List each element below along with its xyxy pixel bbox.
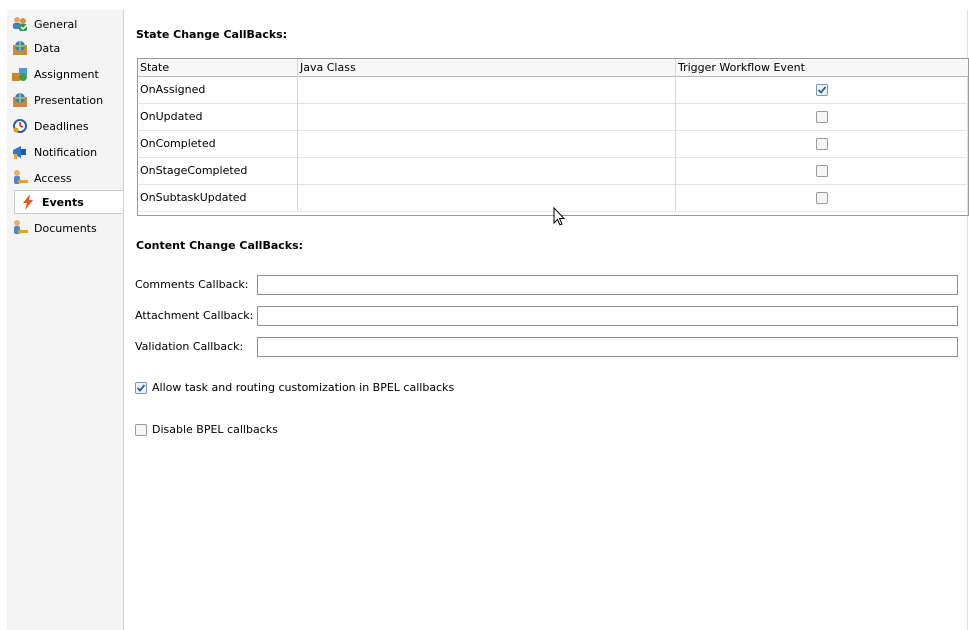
validation-callback-label: Validation Callback:: [135, 340, 244, 353]
comments-callback-label: Comments Callback:: [135, 278, 249, 291]
state-cell[interactable]: OnAssigned: [138, 76, 298, 103]
state-callbacks-table: State Java Class Trigger Workflow Event …: [137, 58, 969, 216]
table-header: State Java Class Trigger Workflow Event: [138, 59, 968, 77]
trigger-cell: [676, 157, 968, 184]
disable-bpel-label: Disable BPEL callbacks: [152, 423, 278, 436]
sidebar-item-data[interactable]: Data: [11, 36, 127, 60]
sidebar-item-access[interactable]: Access: [11, 166, 127, 190]
trigger-checkbox[interactable]: [816, 137, 828, 150]
sidebar-item-label: Documents: [34, 221, 97, 235]
sidebar-item-events[interactable]: Events: [14, 190, 130, 214]
attachment-callback-input[interactable]: [257, 306, 958, 326]
comments-callback-input[interactable]: [257, 275, 958, 295]
validation-callback-input[interactable]: [257, 337, 958, 357]
java-class-cell[interactable]: [298, 103, 676, 130]
trigger-cell: [676, 76, 968, 103]
table-row[interactable]: OnUpdated: [138, 103, 968, 131]
state-cell[interactable]: OnSubtaskUpdated: [138, 184, 298, 211]
column-header-state[interactable]: State: [138, 59, 298, 76]
trigger-cell: [676, 130, 968, 157]
sidebar-item-label: Data: [34, 41, 61, 55]
attachment-callback-label: Attachment Callback:: [135, 309, 254, 322]
sidebar-item-notification[interactable]: Notification: [11, 140, 127, 164]
megaphone-icon: [11, 143, 29, 161]
state-cell[interactable]: OnStageCompleted: [138, 157, 298, 184]
allow-customization-option[interactable]: Allow task and routing customization in …: [135, 381, 454, 394]
column-header-trigger[interactable]: Trigger Workflow Event: [676, 59, 968, 76]
sidebar-item-general[interactable]: General: [11, 12, 127, 36]
person-key-icon: [11, 169, 29, 187]
java-class-cell[interactable]: [298, 76, 676, 103]
java-class-cell[interactable]: [298, 157, 676, 184]
disable-bpel-option[interactable]: Disable BPEL callbacks: [135, 423, 278, 436]
sidebar-item-documents[interactable]: Documents: [11, 216, 127, 240]
table-row[interactable]: OnStageCompleted: [138, 157, 968, 185]
globe-box-icon: [11, 91, 29, 109]
sidebar-item-assignment[interactable]: Assignment: [11, 62, 127, 86]
state-cell[interactable]: OnUpdated: [138, 103, 298, 130]
sidebar-item-label: Access: [34, 171, 72, 185]
person-key-icon: [11, 219, 29, 237]
trigger-checkbox[interactable]: [816, 164, 828, 177]
assignment-icon: [11, 65, 29, 83]
trigger-checkbox[interactable]: [816, 191, 828, 204]
allow-customization-checkbox[interactable]: [135, 381, 147, 394]
events-panel: State Change CallBacks: State Java Class…: [123, 10, 969, 630]
trigger-checkbox[interactable]: [816, 83, 828, 96]
java-class-cell[interactable]: [298, 130, 676, 157]
table-row[interactable]: OnCompleted: [138, 130, 968, 158]
table-row[interactable]: OnAssigned: [138, 76, 968, 104]
content-section-title: Content Change CallBacks:: [136, 239, 304, 252]
trigger-checkbox[interactable]: [816, 110, 828, 123]
mouse-cursor-icon: [553, 206, 567, 230]
checkmark-icon: [136, 383, 146, 392]
trigger-cell: [676, 184, 968, 211]
sidebar-item-label: Presentation: [34, 93, 104, 107]
lightning-icon: [19, 193, 37, 211]
globe-box-icon: [11, 39, 29, 57]
checkmark-icon: [817, 85, 827, 94]
sidebar-item-label: General: [34, 17, 78, 31]
sidebar-item-label: Events: [42, 195, 84, 209]
disable-bpel-checkbox[interactable]: [135, 423, 147, 436]
sidebar: General Data Assignment Presentation Dea…: [7, 10, 130, 630]
column-header-java-class[interactable]: Java Class: [298, 59, 676, 76]
trigger-cell: [676, 103, 968, 130]
state-cell[interactable]: OnCompleted: [138, 130, 298, 157]
sidebar-item-deadlines[interactable]: Deadlines: [11, 114, 127, 138]
sidebar-item-presentation[interactable]: Presentation: [11, 88, 127, 112]
state-section-title: State Change CallBacks:: [136, 28, 288, 41]
allow-customization-label: Allow task and routing customization in …: [152, 381, 455, 394]
sidebar-item-label: Notification: [34, 145, 98, 159]
sidebar-item-label: Deadlines: [34, 119, 89, 133]
users-check-icon: [11, 15, 29, 33]
sidebar-item-label: Assignment: [34, 67, 99, 81]
clock-icon: [11, 117, 29, 135]
java-class-cell[interactable]: [298, 184, 676, 211]
